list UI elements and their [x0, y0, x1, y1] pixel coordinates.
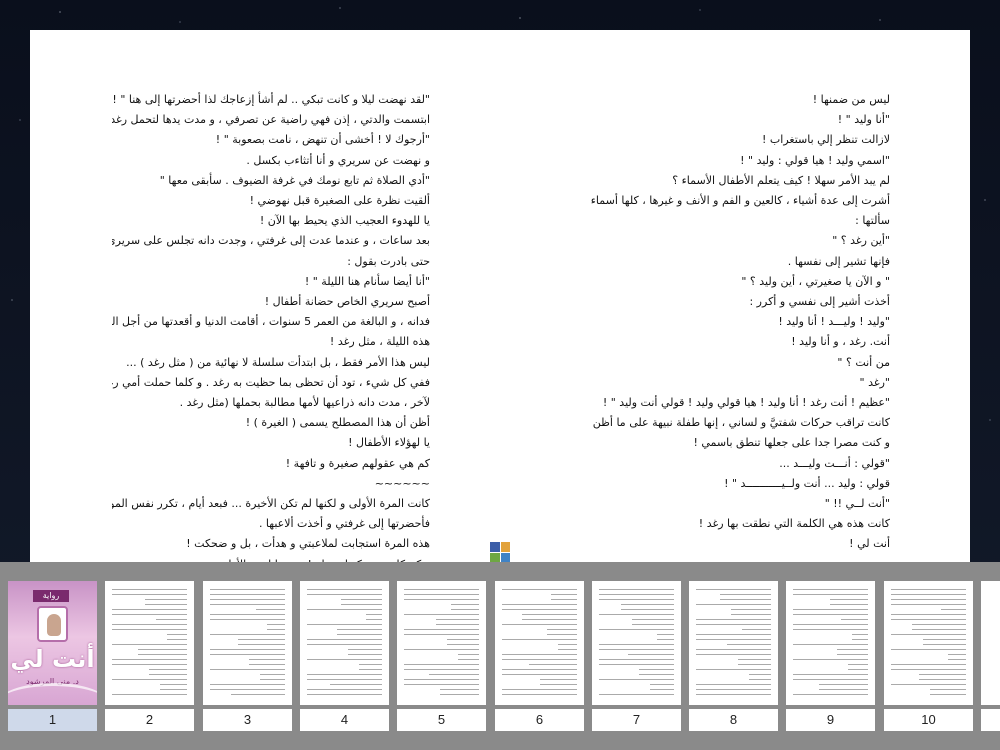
page-thumbnail[interactable] [397, 581, 486, 705]
text-line: "عظيم ! أنت رغد ! أنا وليد ! هيا قولي ول… [602, 396, 890, 410]
page-thumbnail[interactable] [689, 581, 778, 705]
cover-thumbnail[interactable]: رواية أنت لي د. منى المرشود [8, 581, 97, 705]
cover-portrait-icon [37, 606, 68, 642]
text-line: من أنت ؟ " [837, 355, 890, 369]
page-thumbnail[interactable] [300, 581, 389, 705]
page-thumbnail[interactable] [786, 581, 875, 705]
thumbnail-page-number[interactable]: 10 [884, 709, 973, 731]
text-line: ففي كل شيء ، تود أن تحظى بما حظيت به رغد… [112, 375, 430, 389]
thumbnail-page-number[interactable]: 1 [8, 709, 97, 731]
text-line: "أنا أيضا سأنام هنا الليلة " ! [304, 274, 430, 288]
text-line: أنت لي ! [849, 537, 890, 551]
text-line: يا لهؤلاء الأطفال ! [348, 436, 430, 450]
text-line: "رغد " [859, 375, 890, 389]
page-thumbnail[interactable] [884, 581, 973, 705]
book-spread: "لقد نهضت ليلا و كانت تبكي .. لم أشأ إزع… [30, 30, 970, 562]
left-page: "لقد نهضت ليلا و كانت تبكي .. لم أشأ إزع… [112, 90, 430, 562]
text-line: ابتسمت والدتي ، إذن فهي راضية عن تصرفي ،… [112, 113, 430, 127]
text-line: كانت المرة الأولى و لكنها لم تكن الأخيرة… [112, 497, 430, 511]
page-thumbnail[interactable] [495, 581, 584, 705]
text-line: "اسمي وليد ! هيا قولي : وليد " ! [740, 153, 890, 167]
text-line: كانت تراقب حركات شفتيَّ و لساني ، إنها ط… [590, 416, 890, 430]
text-line: ~~~~~~ [374, 476, 430, 490]
text-line: و كم كانت ضحكتها جميلة ! سمعها لمرة الأو… [112, 555, 430, 562]
thumbnail-page-number[interactable]: 5 [397, 709, 486, 731]
text-line: " و الآن يا صغيرتي ، أين وليد ؟ " [741, 274, 890, 288]
text-line: بعد ساعات ، و عندما عدت إلى غرفتي ، وجدت… [112, 234, 430, 248]
text-line: "وليد ! وليـــد ! أنا وليد ! [778, 315, 890, 329]
text-line: فدانه ، و البالغة من العمر 5 سنوات ، أقا… [112, 315, 430, 329]
text-line: ليس من ضمنها ! [812, 93, 890, 106]
thumbnail-strip[interactable]: رواية أنت لي د. منى المرشود 1 2 3 4 5 6 7 8 9 10 [0, 562, 1000, 750]
text-line: و كنت مصرا جدا على جعلها تنطق باسمي ! [693, 436, 890, 450]
text-line: "لقد نهضت ليلا و كانت تبكي .. لم أشأ إزع… [112, 93, 430, 106]
text-line: و نهضت عن سريري و أنا أتثاءب بكسل . [246, 153, 430, 167]
right-page: ليس من ضمنها ! "أنا وليد " ! لازالت تنظر إ… [590, 90, 890, 562]
cover-tag: رواية [33, 590, 69, 602]
text-line: هذه الليلة ، مثل رغد ! [329, 335, 430, 349]
text-line: أنت. رغد ، و أنا وليد ! [791, 335, 890, 349]
thumbnail-page-number[interactable]: 6 [495, 709, 584, 731]
thumbnail-page-number[interactable]: 3 [203, 709, 292, 731]
thumbnail-page-number[interactable]: 2 [105, 709, 194, 731]
text-line: "أنا وليد " ! [837, 113, 890, 127]
text-line: أخذت أشير إلى نفسي و أكرر : [749, 295, 890, 309]
thumbnail-page-number[interactable]: 9 [786, 709, 875, 731]
page-thumbnail-partial[interactable] [981, 581, 1000, 705]
text-line: لآخر ، مدت دانه ذراعيها لأمها مطالبة بحم… [179, 396, 430, 410]
page-thumbnail[interactable] [105, 581, 194, 705]
text-line: "أين رغد ؟ " [832, 234, 890, 248]
text-line: فأحضرتها إلى غرفتي و أخذت ألاعبها . [258, 517, 430, 531]
text-line: قولي : وليد ... أنت ولــيـــــــــــد " … [724, 476, 890, 490]
thumbnail-page-number-partial[interactable] [981, 709, 1000, 731]
text-line: ليس هذا الأمر فقط ، بل ابتدأت سلسلة لا ن… [126, 355, 430, 369]
text-line: أشرت إلى عدة أشياء ، كالعين و الفم و الأ… [590, 194, 890, 208]
thumbnail-page-number[interactable]: 8 [689, 709, 778, 731]
text-line: "أرجوك لا ! أخشى أن تنهض ، نامت بصعوبة "… [215, 133, 430, 147]
cover-title: أنت لي [10, 645, 95, 673]
text-line: سألتها : [855, 214, 890, 228]
text-line: كانت هذه هي الكلمة التي نطقت بها رغد ! [698, 517, 890, 531]
text-line: هذه المرة استجابت لملاعبتي و هدأت ، بل و… [186, 537, 430, 551]
page-turn-icon[interactable] [490, 542, 510, 562]
text-line: "أدي الصلاة ثم تابع نومك في غرفة الضيوف … [159, 173, 430, 187]
thumbnail-page-number[interactable]: 7 [592, 709, 681, 731]
text-line: "أنت لــي !! " [824, 497, 890, 511]
text-line: ألقيت نظرة على الصغيرة قبل نهوضي ! [249, 194, 430, 208]
page-thumbnail[interactable] [592, 581, 681, 705]
text-line: "قولي : أنـــت وليـــد ... [779, 456, 890, 470]
page-thumbnail[interactable] [203, 581, 292, 705]
text-line: أظن أن هذا المصطلح يسمى ( الغيرة ) ! [245, 416, 430, 430]
thumbnail-page-number[interactable]: 4 [300, 709, 389, 731]
text-line: فإنها تشير إلى نفسها . [787, 254, 890, 268]
text-line: كم هي عقولهم صغيرة و تافهة ! [285, 456, 430, 470]
cover-swirl [8, 683, 97, 705]
text-line: يا للهدوء العجيب الذي يحيط بها الآن ! [259, 214, 430, 228]
text-line: لازالت تنظر إلي باستغراب ! [762, 133, 890, 147]
text-line: أصبح سريري الخاص حضانة أطفال ! [264, 295, 430, 309]
text-line: لم يبد الأمر سهلا ! كيف يتعلم الأطفال ال… [672, 173, 890, 187]
text-line: حتى بادرت بقول : [347, 254, 430, 268]
